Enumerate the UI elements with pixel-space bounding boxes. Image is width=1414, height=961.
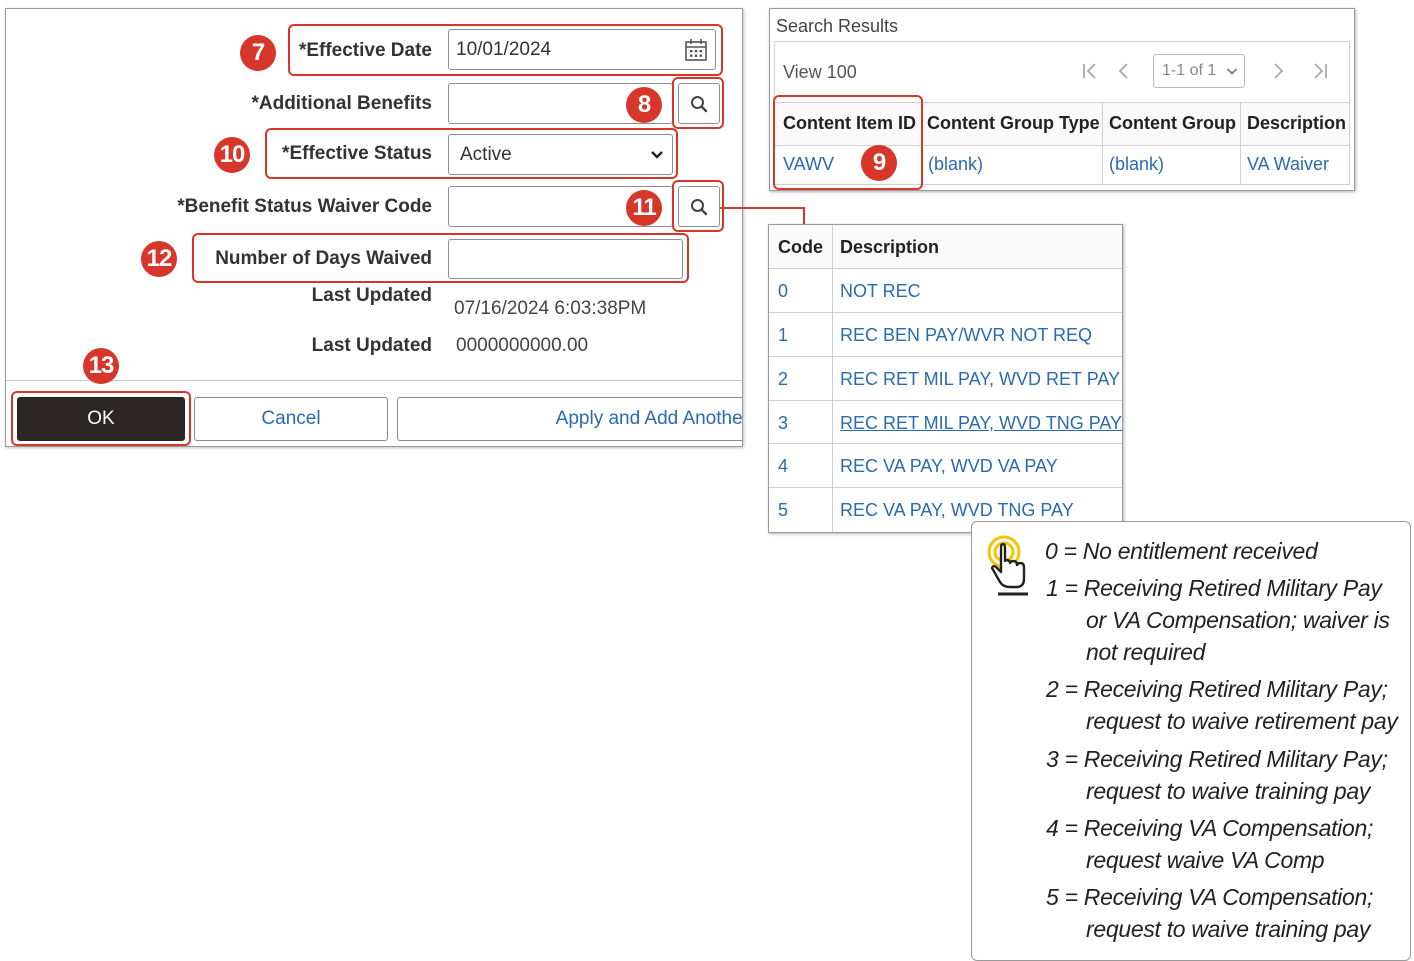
code-value[interactable]: 4 (778, 456, 788, 477)
callout-box-12 (192, 233, 689, 283)
note-line-4: 4 = Receiving VA Compensation; (1046, 815, 1374, 841)
callout-badge-12: 12 (141, 241, 177, 277)
note-line-5: 5 = Receiving VA Compensation; (1046, 884, 1374, 910)
apply-add-clip: Apply and Add Another (397, 397, 742, 441)
callout-box-13 (11, 391, 191, 446)
last-updated-value-1: 07/16/2024 6:03:38PM (454, 298, 647, 319)
callout-badge-13: 13 (83, 348, 119, 384)
callout-badge-8: 8 (626, 87, 662, 123)
code-header-row: Code Description (769, 225, 1122, 268)
callout-badge-11: 11 (626, 190, 662, 226)
table-row[interactable]: 1 REC BEN PAY/WVR NOT REQ (769, 312, 1122, 356)
additional-benefits-label: *Additional Benefits (251, 93, 432, 114)
last-updated-label-1: Last Updated (311, 285, 432, 306)
first-page-icon[interactable] (1081, 61, 1099, 86)
code-description[interactable]: REC VA PAY, WVD VA PAY (840, 456, 1058, 477)
note-line-3: 3 = Receiving Retired Military Pay; (1046, 746, 1388, 772)
note-line-1b: or VA Compensation; waiver is (1086, 607, 1390, 633)
waiver-code-label: *Benefit Status Waiver Code (177, 196, 432, 217)
code-description[interactable]: REC BEN PAY/WVR NOT REQ (840, 325, 1092, 346)
code-value[interactable]: 2 (778, 369, 788, 390)
next-page-icon[interactable] (1271, 61, 1285, 86)
view-100-link[interactable]: View 100 (783, 62, 857, 83)
search-results-panel: Search Results View 100 1-1 of 1 Content… (769, 8, 1355, 191)
callout-box-7 (288, 24, 723, 76)
cancel-button[interactable]: Cancel (194, 397, 388, 441)
waiver-code-lookup-table: Code Description 0 NOT REC 1 REC BEN PAY… (768, 224, 1123, 533)
code-value[interactable]: 5 (778, 500, 788, 521)
note-line-4b: request waive VA Comp (1086, 847, 1325, 873)
col-divider (1240, 144, 1241, 184)
note-line-0: 0 = No entitlement received (1045, 538, 1318, 564)
result-content-group[interactable]: (blank) (1109, 154, 1164, 175)
code-description[interactable]: REC RET MIL PAY, WVD RET PAY (840, 369, 1120, 390)
code-value[interactable]: 0 (778, 281, 788, 302)
col-divider (1102, 144, 1103, 184)
callout-box-11 (672, 180, 724, 232)
table-row[interactable]: 3 REC RET MIL PAY, WVD TNG PAY (769, 400, 1122, 444)
apply-add-another-button[interactable]: Apply and Add Another (397, 397, 742, 441)
col-divider (1102, 103, 1103, 145)
callout-badge-7: 7 (240, 35, 276, 71)
note-line-3b: request to waive training pay (1086, 778, 1371, 804)
note-line-1: 1 = Receiving Retired Military Pay (1046, 575, 1382, 601)
chevron-down-icon (1226, 67, 1238, 75)
table-row[interactable]: 2 REC RET MIL PAY, WVD RET PAY (769, 356, 1122, 400)
callout-box-8 (672, 77, 724, 129)
callout-badge-9: 9 (861, 145, 897, 181)
note-line-5b: request to waive training pay (1086, 916, 1371, 942)
note-line-1c: not required (1086, 639, 1206, 665)
code-value[interactable]: 3 (778, 413, 788, 434)
benefit-status-form: *Effective Date 10/01/2024 7 *Additional… (5, 8, 743, 447)
col-description[interactable]: Description (1247, 113, 1346, 134)
col-code[interactable]: Code (778, 237, 823, 258)
code-value[interactable]: 1 (778, 325, 788, 346)
code-description[interactable]: REC VA PAY, WVD TNG PAY (840, 500, 1074, 521)
note-line-2: 2 = Receiving Retired Military Pay; (1046, 676, 1388, 702)
prev-page-icon[interactable] (1117, 61, 1131, 86)
table-row[interactable]: 0 NOT REC (769, 268, 1122, 312)
pointer-hand-icon (984, 534, 1034, 605)
table-row[interactable]: 4 REC VA PAY, WVD VA PAY (769, 443, 1122, 487)
col-code-description[interactable]: Description (840, 237, 939, 258)
result-content-group-type[interactable]: (blank) (928, 154, 983, 175)
code-description[interactable]: REC RET MIL PAY, WVD TNG PAY (840, 413, 1122, 434)
callout-box-10 (265, 128, 678, 179)
pager-select[interactable]: 1-1 of 1 (1153, 54, 1245, 88)
search-results-title: Search Results (776, 16, 899, 36)
code-description[interactable]: NOT REC (840, 281, 921, 302)
col-content-group-type[interactable]: Content Group Type (927, 113, 1100, 134)
callout-badge-10: 10 (214, 137, 250, 173)
result-description[interactable]: VA Waiver (1247, 154, 1329, 175)
col-divider (1240, 103, 1241, 145)
last-updated-value-2: 0000000000.00 (456, 335, 589, 356)
button-bar-divider (6, 380, 742, 381)
note-line-2b: request to waive retirement pay (1086, 708, 1398, 734)
last-updated-label-2: Last Updated (311, 335, 432, 356)
code-explanation-note: 0 = No entitlement received 1 = Receivin… (971, 521, 1411, 961)
callout-box-9 (773, 95, 923, 190)
last-page-icon[interactable] (1311, 61, 1329, 86)
col-content-group[interactable]: Content Group (1109, 113, 1236, 134)
